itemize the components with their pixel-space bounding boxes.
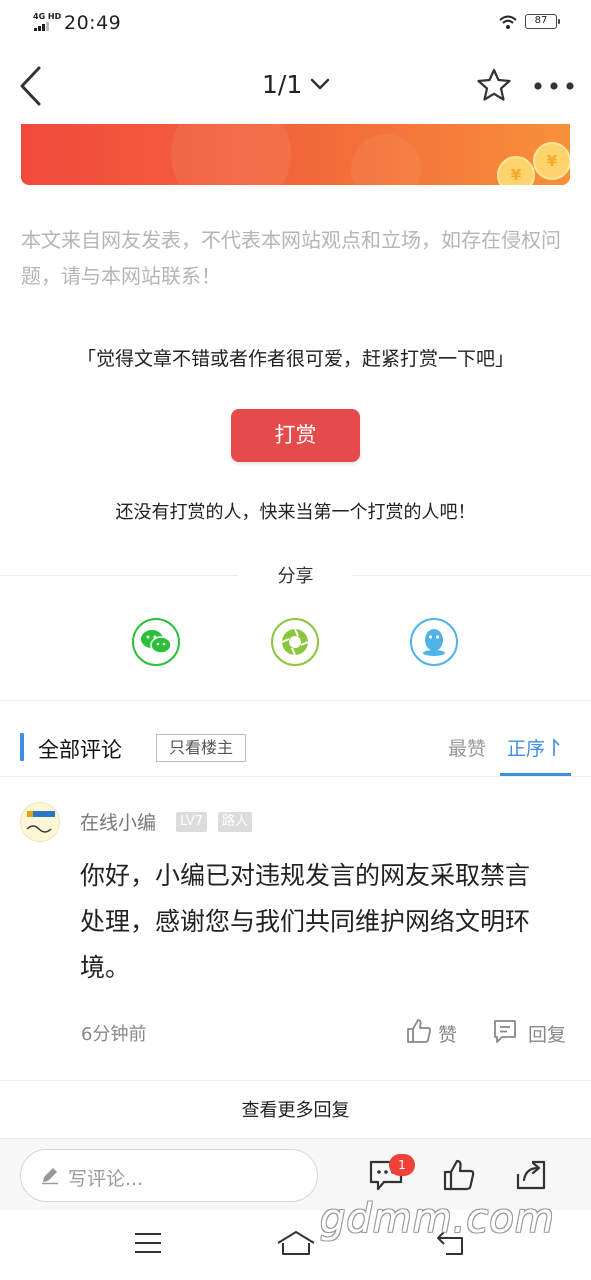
- pencil-icon: [42, 1168, 58, 1185]
- like-button[interactable]: 赞: [438, 1020, 457, 1047]
- avatar-logo-icon: [26, 811, 55, 833]
- status-time: 20:49: [64, 12, 122, 34]
- comment-text: 你好，小编已对违规发言的网友采取禁言处理，感谢您与我们共同维护网络文明环境。: [80, 861, 531, 982]
- reply-icon[interactable]: [492, 1018, 518, 1044]
- divider: [0, 700, 591, 701]
- comment-time: 6分钟前: [81, 1024, 147, 1045]
- share-qq-button[interactable]: [410, 618, 458, 666]
- home-icon[interactable]: [276, 1230, 316, 1256]
- banner-decoration: [351, 134, 421, 185]
- share-icon[interactable]: [514, 1158, 548, 1192]
- wifi-icon: [499, 15, 517, 29]
- qq-icon: [423, 629, 445, 656]
- sort-order-tab[interactable]: 正序: [507, 734, 561, 761]
- moments-icon: [281, 628, 309, 656]
- wechat-icon: [141, 630, 172, 654]
- avatar[interactable]: [20, 802, 60, 842]
- sort-hot-tab[interactable]: 最赞: [448, 734, 486, 761]
- reward-prompt: 「觉得文章不错或者作者很可爱，赶紧打赏一下吧」: [76, 348, 514, 370]
- chevron-down-icon[interactable]: [310, 78, 330, 90]
- comment-input-placeholder[interactable]: 写评论...: [68, 1164, 143, 1191]
- status-bar: 4G HD 20:49 87: [0, 0, 591, 48]
- favorite-star-icon[interactable]: [476, 68, 512, 102]
- coin-icon: ¥: [497, 156, 535, 185]
- like-icon[interactable]: [406, 1018, 432, 1044]
- comment-count-badge: 1: [389, 1154, 415, 1176]
- banner-decoration: [171, 124, 291, 185]
- comment-username[interactable]: 在线小编: [80, 808, 156, 835]
- article-disclaimer: 本文来自网友发表，不代表本网站观点和立场，如存在侵权问题，请与本网站联系！: [21, 228, 561, 288]
- reward-empty-text: 还没有打赏的人，快来当第一个打赏的人吧！: [115, 502, 476, 523]
- more-options-icon[interactable]: [534, 82, 574, 90]
- signal-icon: [34, 22, 49, 31]
- divider: [0, 776, 591, 777]
- page-indicator[interactable]: 1/1: [262, 70, 302, 99]
- menu-icon[interactable]: [134, 1232, 162, 1254]
- divider: [0, 1080, 591, 1081]
- user-level-badge: LV7: [176, 812, 207, 832]
- coin-icon: ¥: [533, 142, 570, 180]
- share-moments-button[interactable]: [271, 618, 319, 666]
- user-role-badge: 路人: [218, 812, 253, 832]
- thumbs-up-icon[interactable]: [442, 1158, 476, 1192]
- sort-arrow-icon: [553, 738, 560, 756]
- view-more-replies-link[interactable]: 查看更多回复: [0, 1096, 591, 1122]
- sort-order-label: 正序: [507, 738, 546, 760]
- promo-banner[interactable]: ¥ ¥: [21, 124, 570, 185]
- battery-indicator: 87: [525, 14, 560, 29]
- site-watermark: gdmm.com: [320, 1196, 555, 1242]
- section-accent-bar: [20, 733, 24, 761]
- comment-input[interactable]: [20, 1149, 318, 1202]
- share-wechat-button[interactable]: [132, 618, 180, 666]
- network-type-label: 4G HD: [33, 12, 62, 21]
- share-title: 分享: [277, 566, 314, 587]
- reward-button[interactable]: 打赏: [231, 409, 360, 462]
- back-arrow-icon[interactable]: [18, 66, 44, 106]
- only-author-button[interactable]: 只看楼主: [156, 734, 246, 762]
- comments-title: 全部评论: [38, 738, 122, 762]
- reply-button[interactable]: 回复: [528, 1020, 566, 1047]
